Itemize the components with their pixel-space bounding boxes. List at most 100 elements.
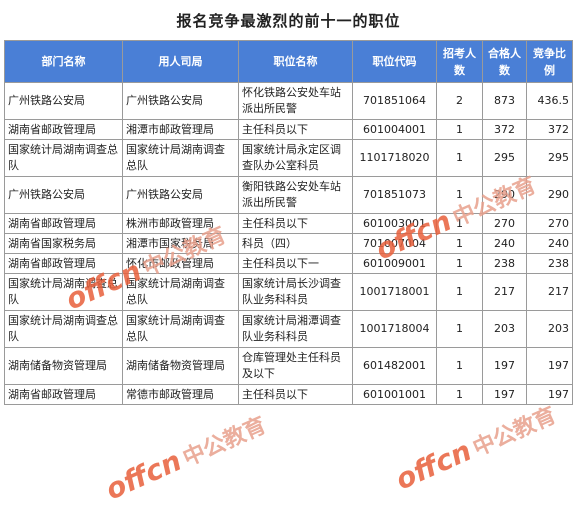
cell-code: 601482001 bbox=[352, 347, 437, 385]
cell-recruit: 1 bbox=[436, 139, 483, 177]
cell-recruit: 1 bbox=[436, 119, 483, 140]
cell-code: 601009001 bbox=[352, 253, 437, 274]
cell-department: 湖南省邮政管理局 bbox=[4, 119, 123, 140]
cell-code: 601001001 bbox=[352, 384, 437, 405]
watermark-cn: 中公教育 bbox=[179, 413, 271, 472]
table-header-row: 部门名称 用人司局 职位名称 职位代码 招考人数 合格人数 竞争比例 bbox=[4, 40, 573, 83]
table-row: 国家统计局湖南调查总队 国家统计局湖南调查总队 国家统计局湘潭调查队业务科科员 100… bbox=[4, 310, 573, 348]
cell-recruit: 1 bbox=[436, 253, 483, 274]
cell-qualified: 372 bbox=[482, 119, 527, 140]
cell-code: 1001718004 bbox=[352, 310, 437, 348]
table-row: 湖南省邮政管理局 常德市邮政管理局 主任科员以下 601001001 1 197 197 bbox=[4, 384, 573, 405]
cell-qualified: 217 bbox=[482, 273, 527, 311]
cell-bureau: 常德市邮政管理局 bbox=[122, 384, 239, 405]
cell-code: 601004001 bbox=[352, 119, 437, 140]
page-title: 报名竞争最激烈的前十一的职位 bbox=[176, 12, 401, 30]
watermark-cn: 中公教育 bbox=[469, 403, 561, 462]
cell-department: 湖南省邮政管理局 bbox=[4, 384, 123, 405]
table-row: 广州铁路公安局 广州铁路公安局 衡阳铁路公安处车站派出所民警 701851073 1 29… bbox=[4, 176, 573, 214]
cell-recruit: 1 bbox=[436, 384, 483, 405]
cell-bureau: 湘潭市邮政管理局 bbox=[122, 119, 239, 140]
cell-qualified: 197 bbox=[482, 347, 527, 385]
cell-qualified: 203 bbox=[482, 310, 527, 348]
cell-position: 主任科员以下 bbox=[238, 384, 353, 405]
col-header-position: 职位名称 bbox=[238, 40, 353, 83]
cell-qualified: 290 bbox=[482, 176, 527, 214]
cell-department: 广州铁路公安局 bbox=[4, 82, 123, 120]
cell-bureau: 广州铁路公安局 bbox=[122, 82, 239, 120]
watermark-logo: offcn中公教育 bbox=[101, 407, 271, 506]
cell-position: 国家统计局永定区调查队办公室科员 bbox=[238, 139, 353, 177]
cell-ratio: 240 bbox=[526, 233, 573, 254]
cell-ratio: 295 bbox=[526, 139, 573, 177]
cell-ratio: 270 bbox=[526, 213, 573, 234]
cell-ratio: 372 bbox=[526, 119, 573, 140]
cell-ratio: 217 bbox=[526, 273, 573, 311]
table-row: 湖南省邮政管理局 株洲市邮政管理局 主任科员以下 601003001 1 270 270 bbox=[4, 213, 573, 234]
cell-department: 广州铁路公安局 bbox=[4, 176, 123, 214]
col-header-qualified: 合格人数 bbox=[482, 40, 527, 83]
cell-position: 国家统计局长沙调查队业务科科员 bbox=[238, 273, 353, 311]
cell-bureau: 国家统计局湖南调查总队 bbox=[122, 139, 239, 177]
watermark-brand: offcn bbox=[390, 434, 477, 497]
table-row: 国家统计局湖南调查总队 国家统计局湖南调查总队 国家统计局长沙调查队业务科科员 100… bbox=[4, 273, 573, 311]
cell-bureau: 湘潭市国家税务局 bbox=[122, 233, 239, 254]
cell-qualified: 238 bbox=[482, 253, 527, 274]
col-header-code: 职位代码 bbox=[352, 40, 437, 83]
cell-position: 科员（四） bbox=[238, 233, 353, 254]
cell-position: 衡阳铁路公安处车站派出所民警 bbox=[238, 176, 353, 214]
cell-ratio: 197 bbox=[526, 384, 573, 405]
table-row: 国家统计局湖南调查总队 国家统计局湖南调查总队 国家统计局永定区调查队办公室科员 11… bbox=[4, 139, 573, 177]
cell-recruit: 2 bbox=[436, 82, 483, 120]
col-header-department: 部门名称 bbox=[4, 40, 123, 83]
cell-qualified: 295 bbox=[482, 139, 527, 177]
table-row: 湖南省邮政管理局 湘潭市邮政管理局 主任科员以下 601004001 1 372 372 bbox=[4, 119, 573, 140]
cell-recruit: 1 bbox=[436, 233, 483, 254]
cell-qualified: 197 bbox=[482, 384, 527, 405]
cell-bureau: 国家统计局湖南调查总队 bbox=[122, 273, 239, 311]
cell-qualified: 270 bbox=[482, 213, 527, 234]
cell-position: 怀化铁路公安处车站派出所民警 bbox=[238, 82, 353, 120]
cell-recruit: 1 bbox=[436, 213, 483, 234]
cell-department: 湖南省国家税务局 bbox=[4, 233, 123, 254]
cell-department: 湖南省邮政管理局 bbox=[4, 213, 123, 234]
cell-ratio: 290 bbox=[526, 176, 573, 214]
cell-bureau: 国家统计局湖南调查总队 bbox=[122, 310, 239, 348]
cell-department: 国家统计局湖南调查总队 bbox=[4, 310, 123, 348]
cell-position: 主任科员以下一 bbox=[238, 253, 353, 274]
cell-code: 1001718001 bbox=[352, 273, 437, 311]
col-header-ratio: 竞争比例 bbox=[526, 40, 573, 83]
watermark-brand: offcn bbox=[100, 444, 187, 506]
cell-ratio: 238 bbox=[526, 253, 573, 274]
cell-code: 1101718020 bbox=[352, 139, 437, 177]
watermark-logo: offcn中公教育 bbox=[390, 397, 561, 497]
cell-position: 仓库管理处主任科员及以下 bbox=[238, 347, 353, 385]
table-row: 湖南省国家税务局 湘潭市国家税务局 科员（四） 701007004 1 240 240 bbox=[4, 233, 573, 254]
cell-department: 湖南储备物资管理局 bbox=[4, 347, 123, 385]
cell-code: 701851064 bbox=[352, 82, 437, 120]
cell-bureau: 株洲市邮政管理局 bbox=[122, 213, 239, 234]
cell-code: 601003001 bbox=[352, 213, 437, 234]
cell-bureau: 怀化市邮政管理局 bbox=[122, 253, 239, 274]
cell-qualified: 240 bbox=[482, 233, 527, 254]
table-body: 广州铁路公安局 广州铁路公安局 怀化铁路公安处车站派出所民警 701851064 2 87… bbox=[4, 82, 573, 405]
cell-code: 701007004 bbox=[352, 233, 437, 254]
table-row: 广州铁路公安局 广州铁路公安局 怀化铁路公安处车站派出所民警 701851064 2 87… bbox=[4, 82, 573, 120]
col-header-bureau: 用人司局 bbox=[122, 40, 239, 83]
cell-recruit: 1 bbox=[436, 273, 483, 311]
cell-code: 701851073 bbox=[352, 176, 437, 214]
positions-table: 部门名称 用人司局 职位名称 职位代码 招考人数 合格人数 竞争比例 广州铁路公… bbox=[4, 40, 573, 405]
cell-recruit: 1 bbox=[436, 176, 483, 214]
cell-bureau: 广州铁路公安局 bbox=[122, 176, 239, 214]
cell-recruit: 1 bbox=[436, 347, 483, 385]
cell-position: 主任科员以下 bbox=[238, 213, 353, 234]
cell-department: 湖南省邮政管理局 bbox=[4, 253, 123, 274]
cell-qualified: 873 bbox=[482, 82, 527, 120]
cell-ratio: 197 bbox=[526, 347, 573, 385]
cell-department: 国家统计局湖南调查总队 bbox=[4, 273, 123, 311]
cell-ratio: 436.5 bbox=[526, 82, 573, 120]
cell-position: 国家统计局湘潭调查队业务科科员 bbox=[238, 310, 353, 348]
cell-bureau: 湖南储备物资管理局 bbox=[122, 347, 239, 385]
cell-position: 主任科员以下 bbox=[238, 119, 353, 140]
cell-recruit: 1 bbox=[436, 310, 483, 348]
